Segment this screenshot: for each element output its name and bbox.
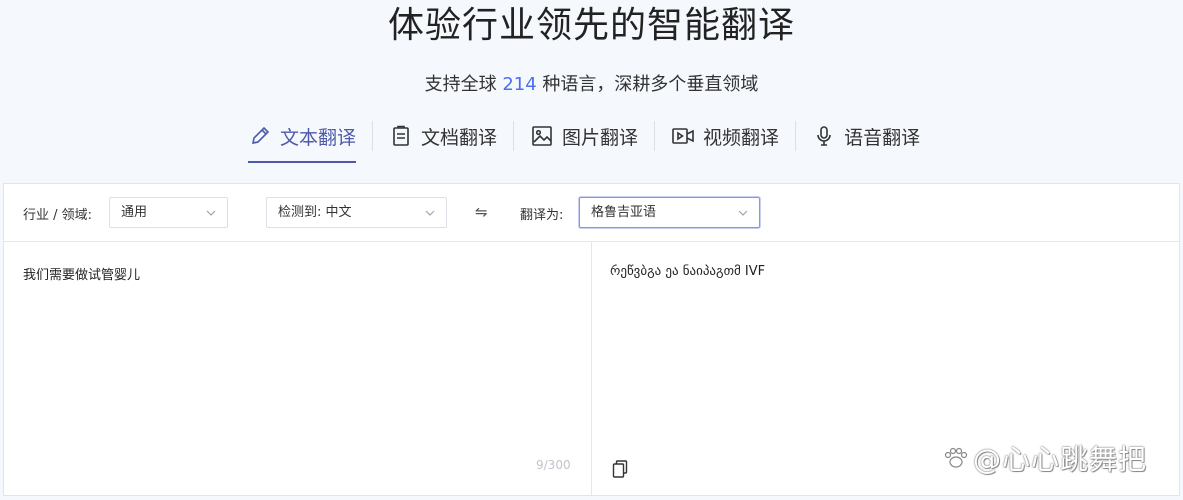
tab-label: 文本翻译 — [280, 126, 357, 149]
subtitle-suffix: 种语言，深耕多个垂直领域 — [536, 74, 759, 95]
page-subtitle: 支持全球 214 种语言，深耕多个垂直领域 — [0, 72, 1183, 98]
language-count: 214 — [502, 74, 537, 95]
chevron-down-icon — [738, 210, 748, 216]
watermark-text: @心心跳舞把 — [973, 443, 1148, 476]
tab-label: 视频翻译 — [703, 126, 780, 149]
target-language-label: 翻译为: — [520, 208, 564, 223]
page-title: 体验行业领先的智能翻译 — [387, 5, 795, 46]
domain-label: 行业 / 领域: — [23, 208, 93, 223]
document-icon — [389, 124, 413, 148]
swap-languages-icon[interactable]: ⇋ — [475, 203, 488, 221]
tab-document-translation[interactable]: 文档翻译 — [373, 117, 513, 155]
tab-video-translation[interactable]: 视频翻译 — [655, 117, 795, 155]
chevron-down-icon — [425, 210, 435, 216]
source-text-area[interactable]: 我们需要做试管婴儿 9/300 — [4, 242, 592, 495]
target-language-select[interactable]: 格鲁吉亚语 — [579, 197, 760, 228]
domain-select[interactable]: 通用 — [109, 197, 228, 228]
subtitle-prefix: 支持全球 — [424, 74, 503, 95]
image-icon — [530, 124, 554, 148]
translation-result: რეწვბგა ეა ნაიპაგთმ IVF — [610, 264, 766, 279]
character-counter: 9/300 — [536, 458, 571, 472]
translation-type-tabs: 文本翻译 文档翻译 图片翻译 视频翻译 语音翻译 — [232, 117, 936, 165]
tab-voice-translation[interactable]: 语音翻译 — [796, 117, 936, 155]
source-language-value: 检测到: 中文 — [278, 205, 352, 220]
video-icon — [671, 124, 695, 148]
tab-text-translation[interactable]: 文本翻译 — [232, 117, 372, 163]
tab-image-translation[interactable]: 图片翻译 — [514, 117, 654, 155]
translation-toolbar: 行业 / 领域: 通用 检测到: 中文 ⇋ 翻译为: 格鲁吉亚语 — [4, 184, 1179, 242]
pencil-icon — [248, 124, 272, 148]
target-language-value: 格鲁吉亚语 — [591, 205, 657, 220]
microphone-icon — [812, 124, 836, 148]
source-text[interactable]: 我们需要做试管婴儿 — [23, 264, 140, 283]
copy-icon[interactable] — [612, 460, 628, 478]
domain-select-value: 通用 — [121, 205, 148, 220]
tab-label: 文档翻译 — [421, 126, 498, 149]
paw-logo-icon — [944, 447, 968, 468]
tab-label: 语音翻译 — [844, 126, 921, 149]
source-language-select[interactable]: 检测到: 中文 — [266, 197, 447, 228]
chevron-down-icon — [206, 210, 216, 216]
tab-label: 图片翻译 — [562, 126, 639, 149]
watermark: @心心跳舞把 — [943, 440, 1147, 476]
